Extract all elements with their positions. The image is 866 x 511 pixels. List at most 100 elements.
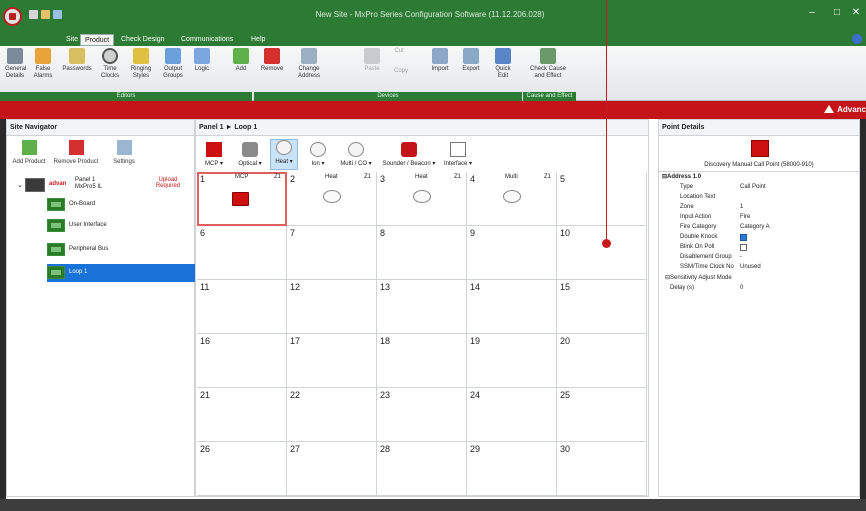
quick-open-icon[interactable] — [41, 10, 50, 19]
row-ssm-time-clock[interactable]: SSM/Time Clock No Unused — [680, 264, 761, 270]
address-cell-2[interactable]: 2 Heat Z1 — [287, 172, 377, 226]
multi-co-dropdown-button[interactable]: Multi / CO ▾ — [336, 142, 376, 167]
circuit-board-icon — [47, 243, 65, 256]
address-cell-15[interactable]: 15 — [557, 280, 647, 334]
quick-new-icon[interactable] — [29, 10, 38, 19]
export-button[interactable]: Export — [456, 48, 486, 88]
tree-item-on-board[interactable]: On-Board — [47, 196, 202, 213]
row-blink-on-poll[interactable]: Blink On Poll — [680, 244, 747, 251]
address-cell-29[interactable]: 29 — [467, 442, 557, 496]
settings-button[interactable]: Settings — [108, 140, 140, 165]
close-button[interactable]: ✕ — [846, 4, 866, 22]
ion-dropdown-button[interactable]: Ion ▾ — [308, 142, 328, 167]
address-cell-4[interactable]: 4 Multi Z1 — [467, 172, 557, 226]
change-address-button[interactable]: Change Address — [293, 48, 325, 88]
logic-icon — [194, 48, 210, 64]
quick-save-icon[interactable] — [53, 10, 62, 19]
address-cell-8[interactable]: 8 — [377, 226, 467, 280]
tab-check-design[interactable]: Check Design — [117, 34, 169, 46]
false-alarms-button[interactable]: False Alarms — [31, 48, 55, 88]
panel-icon — [25, 178, 45, 192]
output-groups-button[interactable]: Output Groups — [159, 48, 187, 88]
interface-dropdown-button[interactable]: Interface ▾ — [442, 142, 474, 167]
row-delay[interactable]: Delay (s) 0 — [670, 285, 743, 291]
tab-communications[interactable]: Communications — [177, 34, 237, 46]
address-cell-10[interactable]: 10 — [557, 226, 647, 280]
remove-device-button[interactable]: Remove — [257, 48, 287, 88]
brand-bar: Advanc — [0, 101, 866, 119]
address-cell-7[interactable]: 7 — [287, 226, 377, 280]
mcp-dropdown-button[interactable]: MCP ▾ — [200, 142, 228, 167]
address-cell-26[interactable]: 26 — [197, 442, 287, 496]
double-knock-checkbox[interactable] — [740, 234, 747, 241]
app-logo-icon[interactable] — [3, 7, 22, 26]
address-cell-28[interactable]: 28 — [377, 442, 467, 496]
address-cell-22[interactable]: 22 — [287, 388, 377, 442]
ringing-styles-button[interactable]: Ringing Styles — [127, 48, 155, 88]
passwords-button[interactable]: Passwords — [60, 48, 94, 88]
optical-dropdown-button[interactable]: Optical ▾ — [234, 142, 266, 167]
tree-item-peripheral-bus[interactable]: Peripheral Bus — [47, 241, 202, 258]
address-cell-14[interactable]: 14 — [467, 280, 557, 334]
add-device-button[interactable]: Add — [228, 48, 254, 88]
tab-help[interactable]: Help — [247, 34, 269, 46]
collapse-chevron-icon[interactable]: ⌄ — [17, 181, 23, 189]
address-cell-21[interactable]: 21 — [197, 388, 287, 442]
address-cell-18[interactable]: 18 — [377, 334, 467, 388]
row-sensitivity-adjust-mode[interactable]: ⊟Sensitivity Adjust Mode — [665, 274, 732, 281]
quick-edit-icon — [495, 48, 511, 64]
tab-product[interactable]: Product — [80, 34, 115, 46]
remove-product-button[interactable]: Remove Product — [53, 140, 99, 165]
details-divider — [659, 171, 859, 172]
row-zone[interactable]: Zone 1 — [680, 204, 743, 210]
address-cell-3[interactable]: 3 Heat Z1 — [377, 172, 467, 226]
mcp-icon — [206, 142, 222, 157]
cut-button[interactable]: Cut — [386, 48, 412, 62]
tree-item-user-interface[interactable]: User Interface — [47, 217, 202, 234]
time-clocks-button[interactable]: Time Clocks — [98, 48, 122, 88]
blink-on-poll-checkbox[interactable] — [740, 244, 747, 251]
ribbon: General Details False Alarms Passwords T… — [0, 46, 866, 101]
logic-button[interactable]: Logic — [189, 48, 215, 88]
row-type[interactable]: Type Call Point — [680, 184, 766, 190]
paste-button[interactable]: Paste — [363, 48, 381, 88]
address-cell-20[interactable]: 20 — [557, 334, 647, 388]
row-input-action[interactable]: Input Action Fire — [680, 214, 750, 220]
general-details-icon — [7, 48, 23, 64]
sounder-beacon-dropdown-button[interactable]: Sounder / Beacon ▾ — [380, 142, 438, 167]
add-product-button[interactable]: Add Product — [11, 140, 47, 165]
address-cell-24[interactable]: 24 — [467, 388, 557, 442]
address-cell-13[interactable]: 13 — [377, 280, 467, 334]
address-cell-17[interactable]: 17 — [287, 334, 377, 388]
row-disablement-group[interactable]: Disablement Group - — [680, 254, 742, 260]
address-cell-11[interactable]: 11 — [197, 280, 287, 334]
address-cell-12[interactable]: 12 — [287, 280, 377, 334]
point-details-title: Point Details — [659, 120, 859, 136]
check-cause-effect-button[interactable]: Check Cause and Effect — [525, 48, 571, 88]
address-cell-5[interactable]: 5 — [557, 172, 647, 226]
row-fire-category[interactable]: Fire Category Category A — [680, 224, 770, 230]
copy-button[interactable]: Copy — [386, 68, 416, 82]
address-cell-6[interactable]: 6 — [197, 226, 287, 280]
quick-edit-button[interactable]: Quick Edit — [490, 48, 516, 88]
address-cell-27[interactable]: 27 — [287, 442, 377, 496]
panel-model: MxPro5 IL — [75, 184, 103, 190]
address-cell-19[interactable]: 19 — [467, 334, 557, 388]
address-cell-9[interactable]: 9 — [467, 226, 557, 280]
address-cell-25[interactable]: 25 — [557, 388, 647, 442]
row-double-knock[interactable]: Double Knock — [680, 234, 747, 241]
help-icon[interactable] — [852, 34, 862, 44]
breadcrumb: Panel 1 ► Loop 1 — [196, 120, 648, 136]
row-location-text[interactable]: Location Text — [680, 194, 715, 200]
import-button[interactable]: Import — [425, 48, 455, 88]
address-cell-23[interactable]: 23 — [377, 388, 467, 442]
heat-dropdown-button[interactable]: Heat ▾ — [270, 139, 298, 170]
section-address[interactable]: ⊟Address 1.0 — [662, 173, 701, 180]
minimize-button[interactable]: – — [800, 4, 824, 22]
address-cell-30[interactable]: 30 — [557, 442, 647, 496]
panel-name[interactable]: Panel 1 — [75, 177, 95, 183]
general-details-button[interactable]: General Details — [5, 48, 26, 88]
address-cell-16[interactable]: 16 — [197, 334, 287, 388]
address-cell-1[interactable]: 1 MCP Z1 — [197, 172, 287, 226]
tree-item-loop-1[interactable]: Loop 1 — [47, 264, 202, 282]
